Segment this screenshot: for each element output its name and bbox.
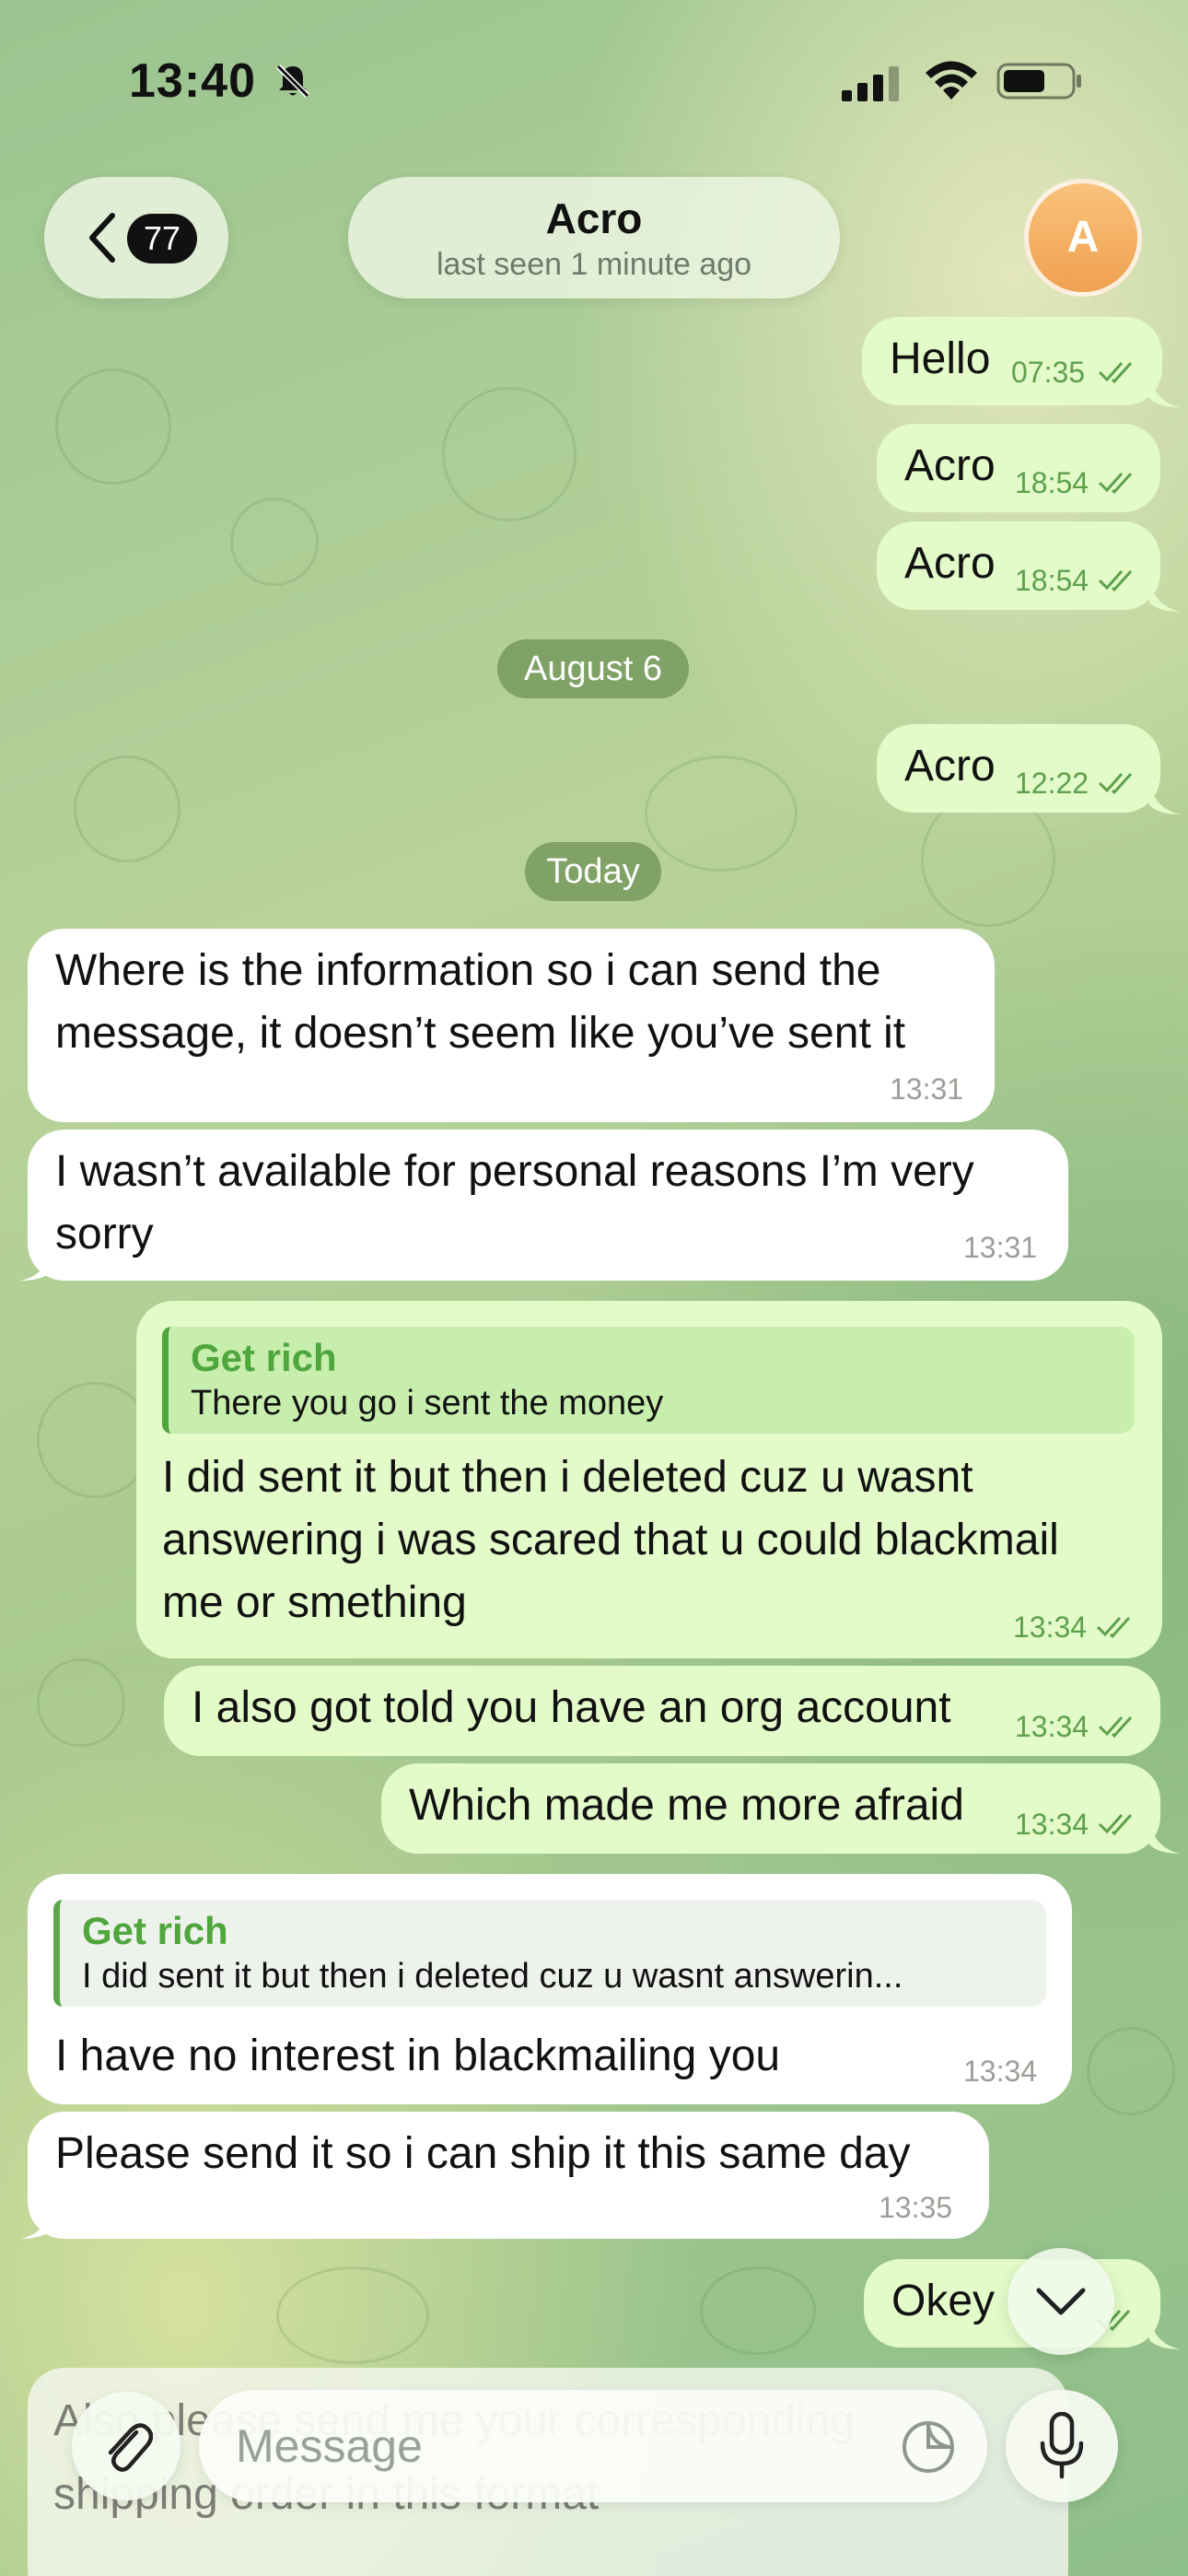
message-text: Acro [904, 441, 996, 490]
message-time: 13:31 [963, 1231, 1038, 1264]
message-line: I wasn’t available for personal reasons … [55, 1147, 974, 1196]
message-bubble-outgoing[interactable]: Hello 07:35 [862, 317, 1162, 405]
message-time: 13:31 [890, 1072, 964, 1106]
reply-author: Get rich [191, 1336, 337, 1379]
scroll-to-bottom-button[interactable] [1007, 2248, 1114, 2355]
bubble-tail [20, 1246, 52, 1281]
background-doodle [645, 755, 798, 872]
battery-icon [996, 63, 1081, 100]
double-check-icon [1098, 472, 1133, 495]
message-text: Hello [890, 334, 991, 383]
unread-count-badge: 77 [127, 214, 197, 263]
message-bubble-outgoing[interactable]: Acro 18:54 [877, 424, 1160, 512]
message-text: Which made me more afraid [409, 1781, 964, 1830]
bubble-tail [1149, 1819, 1181, 1854]
background-doodle [230, 498, 319, 586]
double-check-icon [1096, 1616, 1131, 1639]
bell-off-icon [275, 64, 310, 99]
message-line: I did sent it but then i deleted cuz u w… [162, 1453, 973, 1502]
bubble-tail [20, 2204, 52, 2239]
background-doodle [442, 387, 577, 521]
message-bubble-incoming[interactable]: I wasn’t available for personal reasons … [28, 1130, 1068, 1281]
chat-title[interactable]: Acro last seen 1 minute ago [348, 177, 840, 299]
attach-button[interactable] [72, 2392, 181, 2500]
message-text: I have no interest in blackmailing you [55, 2032, 781, 2080]
double-check-icon [1098, 569, 1133, 592]
bubble-tail [1149, 779, 1181, 814]
double-check-icon [1098, 361, 1133, 384]
background-doodle [37, 1658, 125, 1747]
sticker-icon[interactable] [899, 2418, 958, 2476]
message-text: Please send it so i can ship it this sam… [55, 2129, 911, 2178]
reply-quote[interactable]: Get rich There you go i sent the money [162, 1327, 1135, 1434]
message-line: me or smething [162, 1578, 467, 1627]
date-separator: August 6 [497, 639, 689, 698]
reply-text: I did sent it but then i deleted cuz u w… [82, 1957, 903, 1996]
bubble-tail [1149, 2314, 1181, 2349]
reply-text: There you go i sent the money [191, 1384, 664, 1423]
message-time: 12:22 [1015, 767, 1089, 800]
message-bubble-incoming[interactable]: Please send it so i can ship it this sam… [28, 2112, 989, 2239]
microphone-icon [1040, 2412, 1084, 2479]
message-bubble-outgoing[interactable]: Get rich There you go i sent the money I… [136, 1301, 1162, 1658]
message-time: 18:54 [1015, 466, 1089, 499]
contact-name: Acro [545, 194, 643, 242]
reply-author: Get rich [82, 1909, 228, 1952]
message-line: Where is the information so i can send t… [55, 946, 881, 995]
message-bubble-incoming[interactable]: Get rich I did sent it but then i delete… [28, 1874, 1072, 2104]
last-seen-status: last seen 1 minute ago [436, 247, 752, 282]
message-time: 13:34 [1015, 1808, 1089, 1841]
signal-icon [842, 66, 899, 101]
message-text: Acro [904, 539, 996, 588]
message-time: 18:54 [1015, 564, 1089, 597]
bubble-tail [1149, 577, 1181, 612]
chevron-left-icon [89, 213, 115, 263]
message-time: 13:34 [963, 2055, 1038, 2088]
message-input[interactable]: Message [199, 2390, 987, 2502]
back-button[interactable]: 77 [44, 177, 228, 299]
message-bubble-outgoing[interactable]: Acro 18:54 [877, 521, 1160, 610]
double-check-icon [1098, 1813, 1133, 1836]
double-check-icon [1098, 1715, 1133, 1739]
message-bubble-outgoing[interactable]: I also got told you have an org account … [164, 1666, 1160, 1756]
message-time: 07:35 [1011, 356, 1086, 389]
message-text: I also got told you have an org account [192, 1683, 951, 1732]
message-line: answering i was scared that u could blac… [162, 1516, 1059, 1564]
message-time: 13:34 [1015, 1710, 1089, 1743]
message-time: 13:35 [879, 2191, 953, 2224]
background-doodle [700, 2266, 816, 2355]
chat-screen: 13:40 77 Acro last seen 1 minute ago A H… [0, 0, 1188, 2576]
reply-quote[interactable]: Get rich I did sent it but then i delete… [53, 1900, 1046, 2007]
background-doodle [276, 2266, 429, 2364]
paperclip-icon [108, 2423, 153, 2472]
bubble-tail [1149, 372, 1181, 407]
message-line: message, it doesn’t seem like you’ve sen… [55, 1009, 906, 1058]
message-text: Acro [904, 742, 996, 790]
avatar[interactable]: A [1024, 179, 1142, 297]
date-separator: Today [525, 842, 661, 901]
message-bubble-incoming[interactable]: Where is the information so i can send t… [28, 929, 995, 1122]
background-doodle [55, 369, 171, 485]
message-line: sorry [55, 1210, 154, 1259]
message-bubble-outgoing[interactable]: Which made me more afraid 13:34 [381, 1763, 1160, 1854]
double-check-icon [1098, 772, 1133, 795]
message-time: 13:34 [1013, 1610, 1088, 1644]
message-placeholder: Message [236, 2420, 423, 2472]
wifi-icon [926, 61, 977, 100]
status-time: 13:40 [129, 54, 256, 108]
message-bubble-outgoing[interactable]: Acro 12:22 [877, 724, 1160, 813]
message-text: Okey [891, 2277, 996, 2325]
background-doodle [74, 755, 181, 862]
voice-message-button[interactable] [1006, 2390, 1118, 2502]
chevron-down-icon [1036, 2288, 1086, 2315]
background-doodle [1087, 2027, 1175, 2115]
